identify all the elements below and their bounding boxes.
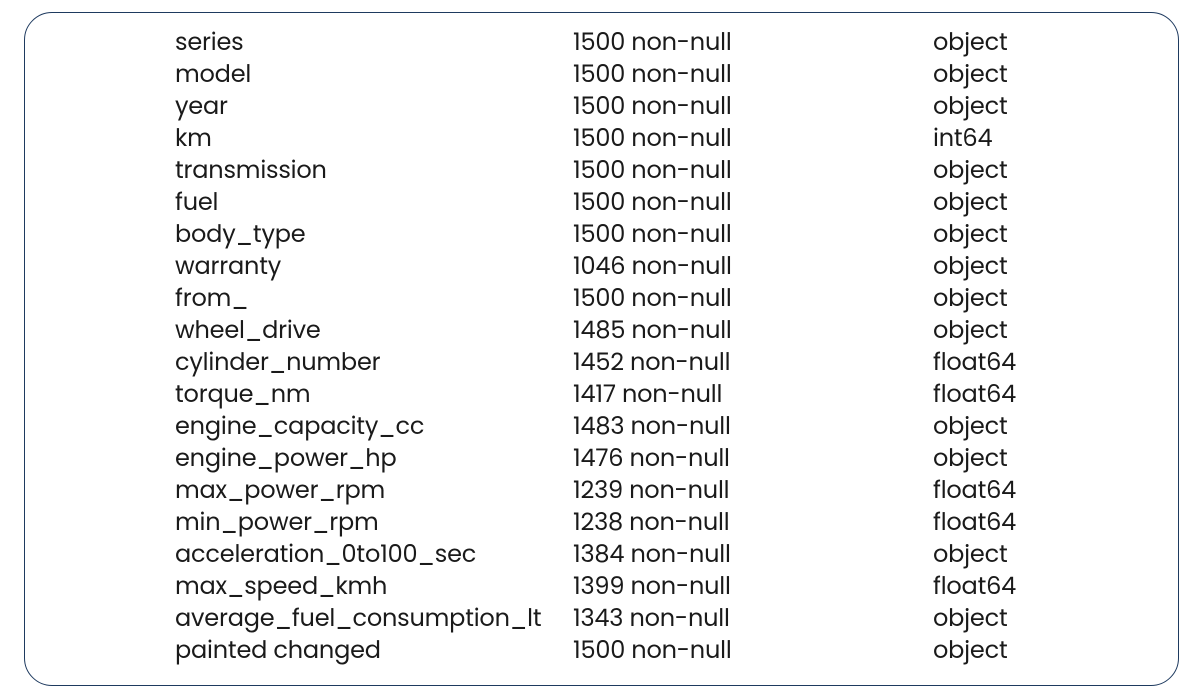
column-row: max_power_rpm 1239 non-null float64 — [175, 475, 1158, 507]
column-count: 1500 non-null — [573, 27, 933, 59]
column-name: year — [175, 91, 573, 123]
column-count: 1500 non-null — [573, 155, 933, 187]
column-row: engine_capacity_cc 1483 non-null object — [175, 411, 1158, 443]
column-dtype: object — [933, 251, 1158, 283]
column-count: 1476 non-null — [573, 443, 933, 475]
column-name: fuel — [175, 187, 573, 219]
column-row: engine_power_hp 1476 non-null object — [175, 443, 1158, 475]
column-dtype: object — [933, 315, 1158, 347]
column-name: wheel_drive — [175, 315, 573, 347]
column-row: km 1500 non-null int64 — [175, 123, 1158, 155]
dataframe-info-box: series 1500 non-null object model 1500 n… — [24, 12, 1179, 686]
column-row: year 1500 non-null object — [175, 91, 1158, 123]
column-dtype: object — [933, 187, 1158, 219]
column-name: painted changed — [175, 635, 573, 667]
column-dtype: int64 — [933, 123, 1158, 155]
column-name: cylinder_number — [175, 347, 573, 379]
column-row: average_fuel_consumption_lt 1343 non-nul… — [175, 603, 1158, 635]
column-count: 1500 non-null — [573, 123, 933, 155]
column-name: from_ — [175, 283, 573, 315]
column-count: 1483 non-null — [573, 411, 933, 443]
column-row: wheel_drive 1485 non-null object — [175, 315, 1158, 347]
column-count: 1485 non-null — [573, 315, 933, 347]
column-count: 1343 non-null — [573, 603, 933, 635]
column-name: acceleration_0to100_sec — [175, 539, 573, 571]
column-dtype: object — [933, 635, 1158, 667]
column-count: 1238 non-null — [573, 507, 933, 539]
column-row: max_speed_kmh 1399 non-null float64 — [175, 571, 1158, 603]
column-row: from_ 1500 non-null object — [175, 283, 1158, 315]
column-row: series 1500 non-null object — [175, 27, 1158, 59]
column-count: 1452 non-null — [573, 347, 933, 379]
column-dtype: float64 — [933, 379, 1158, 411]
column-row: model 1500 non-null object — [175, 59, 1158, 91]
column-count: 1500 non-null — [573, 283, 933, 315]
column-count: 1500 non-null — [573, 91, 933, 123]
column-name: series — [175, 27, 573, 59]
column-dtype: object — [933, 155, 1158, 187]
column-dtype: object — [933, 411, 1158, 443]
column-name: average_fuel_consumption_lt — [175, 603, 573, 635]
column-row: acceleration_0to100_sec 1384 non-null ob… — [175, 539, 1158, 571]
column-count: 1384 non-null — [573, 539, 933, 571]
column-dtype: float64 — [933, 571, 1158, 603]
column-row: min_power_rpm 1238 non-null float64 — [175, 507, 1158, 539]
column-count: 1500 non-null — [573, 635, 933, 667]
column-name: max_power_rpm — [175, 475, 573, 507]
column-count: 1500 non-null — [573, 59, 933, 91]
column-dtype: object — [933, 603, 1158, 635]
column-dtype: object — [933, 91, 1158, 123]
column-name: model — [175, 59, 573, 91]
column-name: km — [175, 123, 573, 155]
column-count: 1500 non-null — [573, 219, 933, 251]
column-name: warranty — [175, 251, 573, 283]
column-row: torque_nm 1417 non-null float64 — [175, 379, 1158, 411]
column-name: transmission — [175, 155, 573, 187]
column-dtype: object — [933, 283, 1158, 315]
column-dtype: float64 — [933, 507, 1158, 539]
column-dtype: float64 — [933, 475, 1158, 507]
column-count: 1399 non-null — [573, 571, 933, 603]
column-name: torque_nm — [175, 379, 573, 411]
column-dtype: object — [933, 539, 1158, 571]
column-dtype: object — [933, 443, 1158, 475]
column-row: warranty 1046 non-null object — [175, 251, 1158, 283]
column-name: body_type — [175, 219, 573, 251]
column-name: engine_capacity_cc — [175, 411, 573, 443]
column-row: cylinder_number 1452 non-null float64 — [175, 347, 1158, 379]
column-dtype: object — [933, 59, 1158, 91]
column-count: 1239 non-null — [573, 475, 933, 507]
column-name: min_power_rpm — [175, 507, 573, 539]
column-row: fuel 1500 non-null object — [175, 187, 1158, 219]
column-name: max_speed_kmh — [175, 571, 573, 603]
column-dtype: float64 — [933, 347, 1158, 379]
column-count: 1046 non-null — [573, 251, 933, 283]
column-count: 1417 non-null — [573, 379, 933, 411]
column-dtype: object — [933, 27, 1158, 59]
column-row: painted changed 1500 non-null object — [175, 635, 1158, 667]
column-count: 1500 non-null — [573, 187, 933, 219]
column-row: body_type 1500 non-null object — [175, 219, 1158, 251]
column-row: transmission 1500 non-null object — [175, 155, 1158, 187]
column-dtype: object — [933, 219, 1158, 251]
column-name: engine_power_hp — [175, 443, 573, 475]
